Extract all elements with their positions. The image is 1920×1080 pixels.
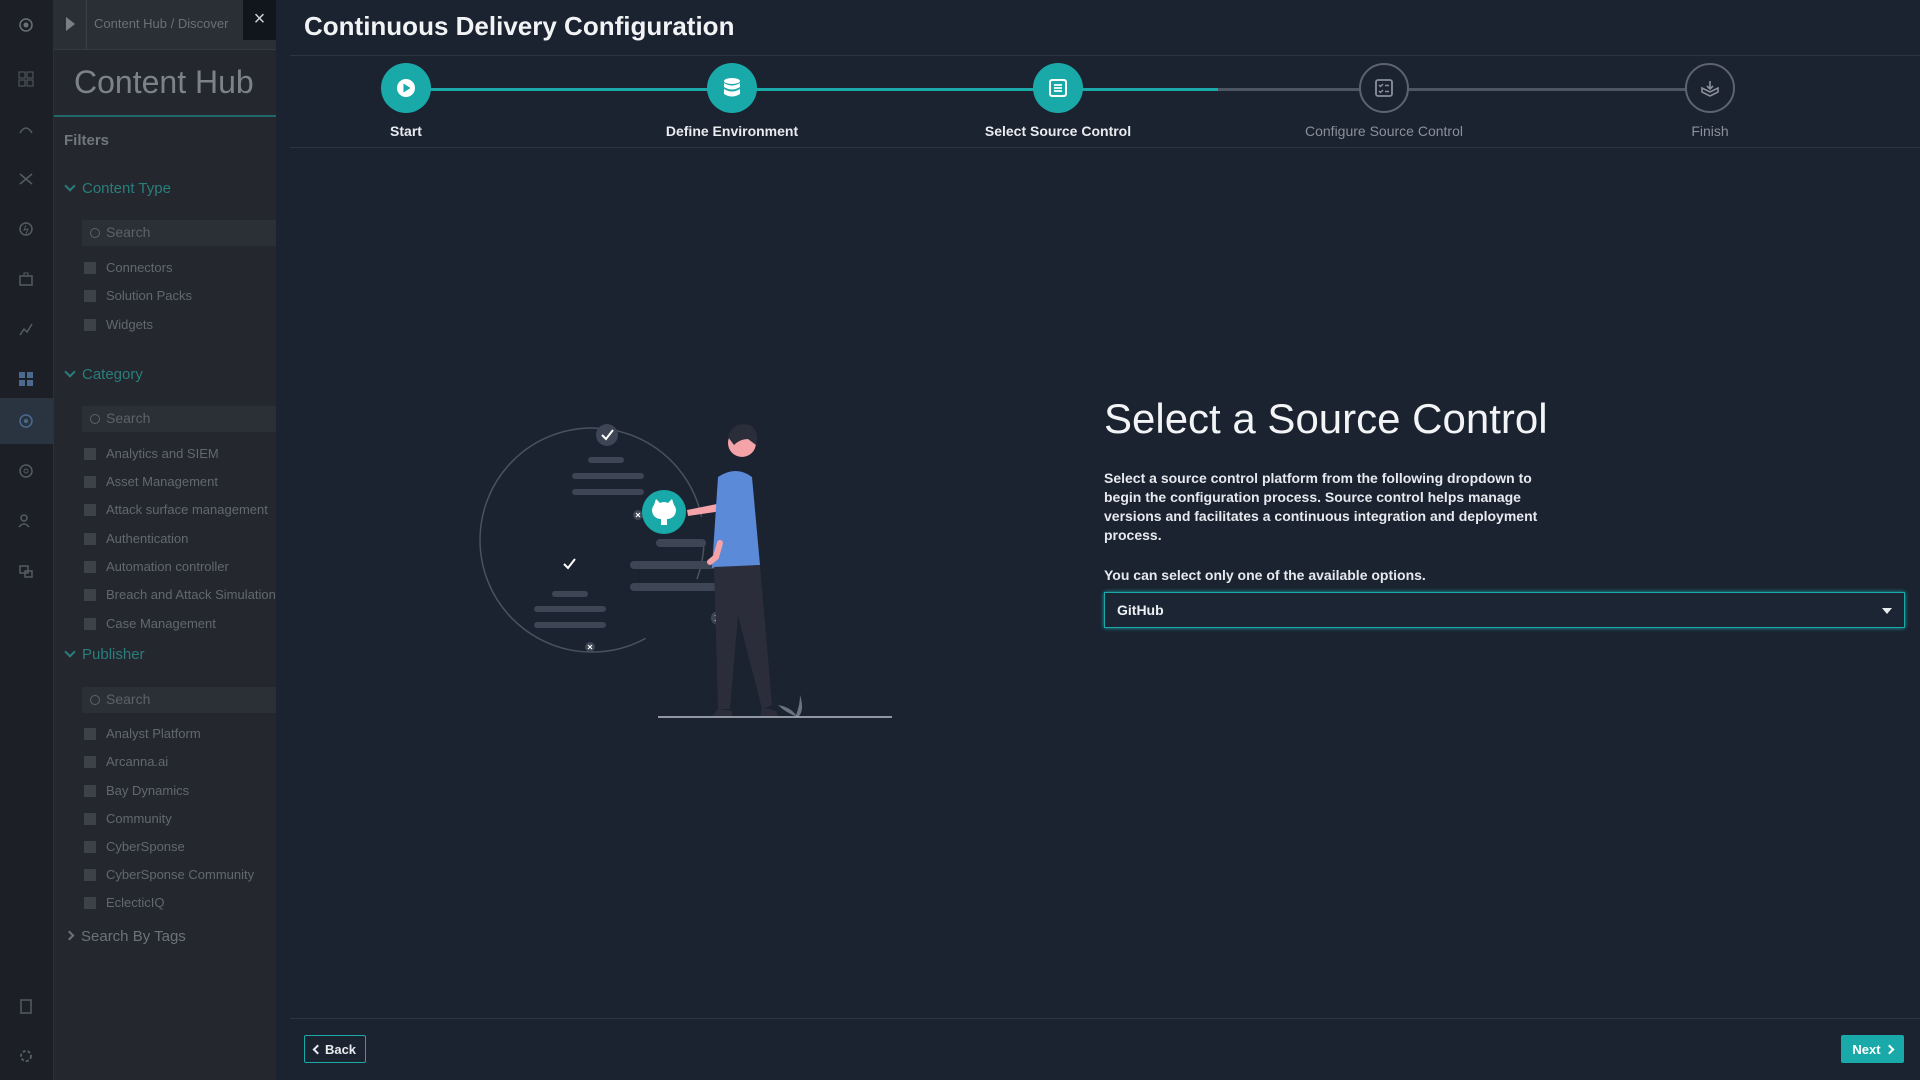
integrations-icon[interactable] <box>15 560 37 582</box>
content-hub-icon[interactable] <box>15 410 37 432</box>
checklist-icon <box>1359 63 1409 113</box>
back-button[interactable]: Back <box>304 1035 366 1063</box>
search-icon <box>90 414 100 424</box>
step-finish: Finish <box>1620 63 1800 139</box>
incidents-icon[interactable] <box>15 118 37 140</box>
analytics-icon[interactable] <box>15 318 37 340</box>
search-icon <box>90 228 100 238</box>
filter-checkbox[interactable]: Analytics and SIEM <box>84 446 219 461</box>
filter-checkbox[interactable]: Breach and Attack Simulation <box>84 587 276 602</box>
next-button[interactable]: Next <box>1841 1035 1904 1063</box>
settings-icon[interactable] <box>15 460 37 482</box>
dashboard-icon[interactable] <box>15 68 37 90</box>
close-icon: × <box>253 8 266 30</box>
filter-checkbox[interactable]: Asset Management <box>84 474 218 489</box>
users-icon[interactable] <box>15 510 37 532</box>
select-value: GitHub <box>1117 602 1164 618</box>
filter-checkbox[interactable]: Analyst Platform <box>84 726 201 741</box>
chevron-down-icon <box>64 646 76 658</box>
filter-checkbox[interactable]: Case Management <box>84 616 216 631</box>
filter-checkbox[interactable]: EclecticIQ <box>84 895 165 910</box>
logo-icon[interactable] <box>15 14 37 36</box>
breadcrumb: Content Hub / Discover <box>94 16 229 31</box>
publisher-search[interactable]: Search <box>82 687 276 713</box>
content-hub-panel: Content Hub Filters Content Type Search … <box>54 50 276 1080</box>
content-type-search[interactable]: Search <box>82 220 276 246</box>
briefcase-icon[interactable] <box>15 268 37 290</box>
category-search[interactable]: Search <box>82 406 276 432</box>
close-button[interactable]: × <box>243 0 276 40</box>
gear-icon[interactable] <box>15 1045 37 1067</box>
expand-icon[interactable] <box>66 17 75 31</box>
page-title: Content Hub <box>74 64 254 100</box>
search-by-tags-toggle[interactable]: Search By Tags <box>64 928 186 945</box>
step-define-environment: Define Environment <box>642 63 822 139</box>
list-icon <box>1033 63 1083 113</box>
clipboard-icon[interactable] <box>15 995 37 1017</box>
filter-checkbox[interactable]: Widgets <box>84 317 153 332</box>
chevron-down-icon <box>64 180 76 192</box>
play-icon <box>381 63 431 113</box>
illustration <box>460 415 910 745</box>
filter-checkbox[interactable]: Bay Dynamics <box>84 783 189 798</box>
filter-checkbox[interactable]: Solution Packs <box>84 288 192 303</box>
chevron-left-icon <box>312 1044 323 1054</box>
filter-checkbox[interactable]: Attack surface management <box>84 502 268 517</box>
step-label: Define Environment <box>665 123 799 139</box>
section-description: Select a source control platform from th… <box>1104 470 1538 543</box>
source-control-select[interactable]: GitHub <box>1104 592 1905 628</box>
filter-checkbox[interactable]: CyberSponse <box>84 839 185 854</box>
filter-checkbox[interactable]: Automation controller <box>84 559 229 574</box>
chevron-right-icon <box>1884 1044 1895 1054</box>
workflow-icon[interactable] <box>15 168 37 190</box>
step-configure-source-control: Configure Source Control <box>1294 63 1474 139</box>
filter-group-publisher[interactable]: Publisher <box>64 646 145 663</box>
nav-rail <box>0 0 54 1080</box>
caret-down-icon[interactable] <box>1882 608 1892 614</box>
step-label: Start <box>390 123 422 139</box>
step-label: Configure Source Control <box>1305 123 1463 139</box>
step-select-source-control: Select Source Control <box>968 63 1148 139</box>
step-label: Select Source Control <box>984 123 1132 139</box>
filter-checkbox[interactable]: Connectors <box>84 260 172 275</box>
box-icon <box>1685 63 1735 113</box>
filter-group-content-type[interactable]: Content Type <box>64 180 171 197</box>
cd-config-modal: Continuous Delivery Configuration Start … <box>290 0 1920 1080</box>
search-icon <box>90 695 100 705</box>
step-start: Start <box>316 63 496 139</box>
automation-icon[interactable] <box>15 218 37 240</box>
section-heading: Select a Source Control <box>1104 395 1548 442</box>
modal-title: Continuous Delivery Configuration <box>304 11 735 41</box>
filter-group-category[interactable]: Category <box>64 366 143 383</box>
selection-note: You can select only one of the available… <box>1104 567 1426 583</box>
filter-checkbox[interactable]: Community <box>84 811 172 826</box>
step-label: Finish <box>1691 123 1729 139</box>
apps-icon[interactable] <box>15 368 37 390</box>
chevron-right-icon <box>64 930 75 941</box>
filter-checkbox[interactable]: Authentication <box>84 531 188 546</box>
chevron-down-icon <box>64 366 76 378</box>
filter-checkbox[interactable]: Arcanna.ai <box>84 754 168 769</box>
filters-heading: Filters <box>64 132 110 149</box>
database-icon <box>707 63 757 113</box>
filter-checkbox[interactable]: CyberSponse Community <box>84 867 254 882</box>
